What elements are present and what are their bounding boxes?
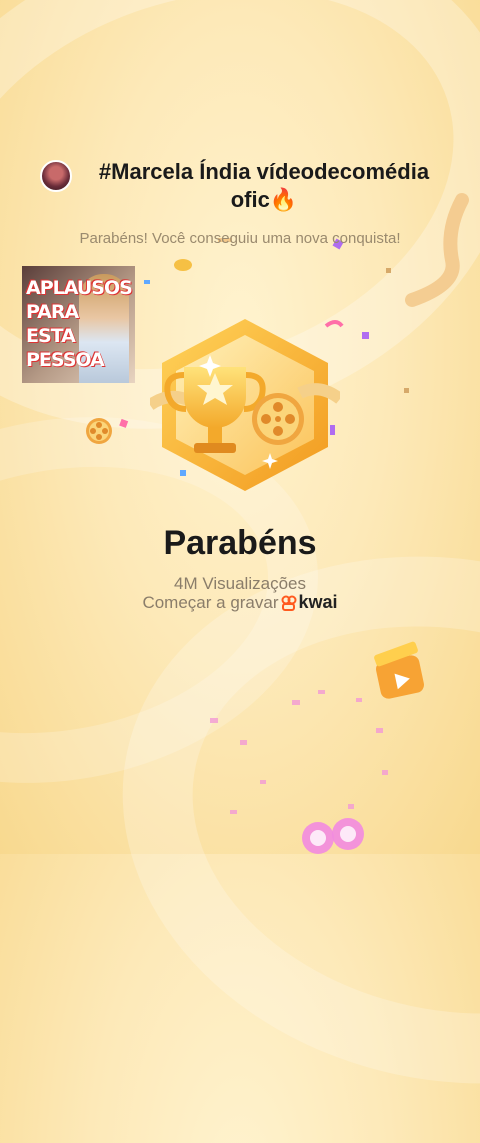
start-recording-label: Começar a gravar	[142, 592, 279, 612]
avatar[interactable]	[40, 160, 72, 192]
kwai-logo-icon	[281, 595, 297, 611]
views-count: 4M Visualizações	[174, 574, 306, 593]
congrats-heading: Parabéns	[163, 524, 317, 562]
page-title: #Marcela Índia vídeodecomédia ofic🔥	[98, 159, 430, 212]
subtitle-text: Parabéns! Você conseguiu uma nova conqui…	[79, 230, 401, 247]
trophy-badge-icon	[150, 319, 340, 491]
kwai-logo: kwai	[281, 592, 338, 613]
kwai-brand-label: kwai	[298, 592, 338, 612]
film-reel-icon	[86, 418, 112, 444]
header: #Marcela Índia vídeodecomédia ofic🔥	[40, 158, 450, 214]
clapperboard-icon	[374, 641, 424, 699]
applause-sticker: APLAUSOS PARA ESTA PESSOA	[22, 266, 135, 383]
sticker-text: APLAUSOS PARA ESTA PESSOA	[26, 277, 133, 371]
start-recording-row[interactable]: Começar a gravar kwai	[0, 592, 480, 613]
